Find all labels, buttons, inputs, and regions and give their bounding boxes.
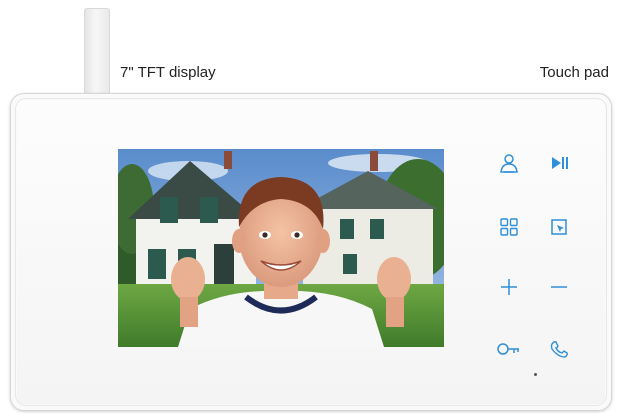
- antenna: [84, 8, 110, 98]
- play-pause-button[interactable]: [545, 149, 573, 177]
- intercom-monitor: [10, 93, 612, 411]
- touch-pad-label: Touch pad: [539, 64, 609, 81]
- person-icon: [500, 154, 518, 173]
- volume-up-button[interactable]: [495, 273, 523, 301]
- talk-button[interactable]: [545, 335, 573, 363]
- snapshot-arrow-icon: [551, 219, 567, 235]
- monitor-button[interactable]: [495, 149, 523, 177]
- plus-icon: [501, 279, 517, 295]
- menu-button[interactable]: [495, 213, 523, 241]
- display-label: 7" TFT display: [120, 64, 216, 81]
- tft-display-screen: [118, 149, 444, 347]
- screen-image: [118, 149, 444, 347]
- key-icon: [497, 343, 519, 355]
- volume-down-button[interactable]: [545, 273, 573, 301]
- minus-icon: [551, 286, 567, 288]
- phone-handset-icon: [550, 341, 568, 358]
- snapshot-button[interactable]: [545, 213, 573, 241]
- unlock-button[interactable]: [495, 335, 523, 363]
- grid-menu-icon: [500, 218, 518, 236]
- play-pause-icon: [552, 157, 568, 169]
- indicator-led: [534, 373, 537, 376]
